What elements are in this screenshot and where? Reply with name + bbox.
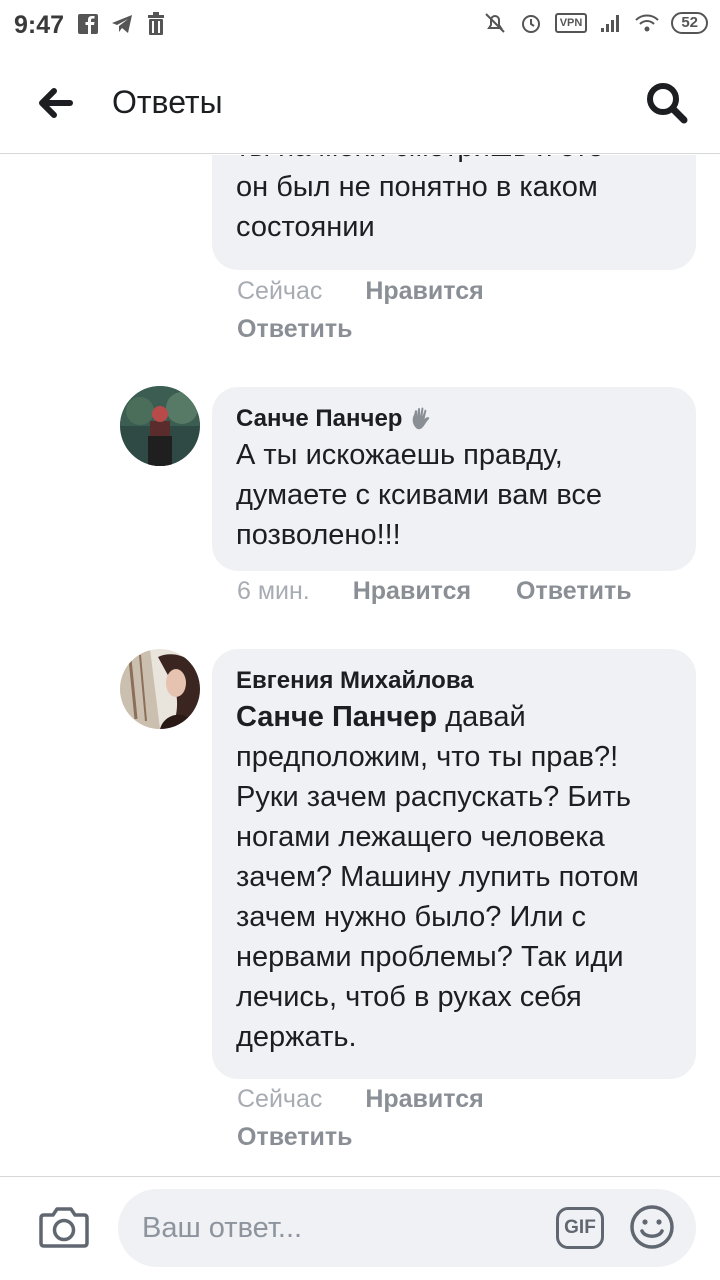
comment-bubble: Евгения Михайлова Санче Панчер давай пре… <box>212 649 696 1079</box>
comment-text-line: он был не понятно в каком <box>236 171 598 203</box>
comment-text: А ты искожаешь правду, думаете с ксивами… <box>236 439 603 551</box>
avatar-image <box>120 649 200 729</box>
alarm-icon <box>521 15 540 33</box>
like-button[interactable]: Нравится <box>365 277 483 305</box>
like-button[interactable]: Нравится <box>365 1085 483 1113</box>
arrow-left-icon[interactable] <box>30 78 82 128</box>
comment-actions-line2: Ответить <box>237 315 353 344</box>
reply-input[interactable] <box>140 1189 540 1267</box>
status-bar: 9:47 VPN 52 <box>0 0 720 50</box>
comment-text-line: ты на меня смотришь и это <box>236 155 672 167</box>
status-right-icons: VPN 52 <box>483 10 708 36</box>
reply-button[interactable]: Ответить <box>237 315 353 343</box>
comment-timestamp: Сейчас <box>237 1085 323 1113</box>
avatar[interactable] <box>120 386 200 466</box>
comment-text: Санче Панчер давай предположим, что ты п… <box>236 697 672 1057</box>
comment-text: ты на меня смотришь и это он был не поня… <box>236 155 672 247</box>
waving-hand-icon <box>413 407 430 430</box>
comment-timestamp: Сейчас <box>237 277 323 305</box>
trash-notification-icon <box>148 12 164 35</box>
reply-button[interactable]: Ответить <box>237 1123 353 1151</box>
status-time: 9:47 <box>14 11 65 39</box>
author-name[interactable]: Евгения Михайлова <box>236 665 474 697</box>
header: Ответы <box>0 50 720 154</box>
mute-icon <box>484 13 505 33</box>
comment-actions: Сейчас Нравится <box>237 277 484 306</box>
mention-link[interactable]: Санче Панчер <box>236 701 437 733</box>
reply-input-wrapper: GIF <box>118 1189 696 1267</box>
page-title: Ответы <box>112 84 223 120</box>
reply-composer: GIF <box>0 1176 720 1280</box>
author-name[interactable]: Санче Панчер <box>236 403 402 435</box>
comment-bubble: ты на меня смотришь и это он был не поня… <box>212 155 696 270</box>
smile-icon[interactable] <box>628 1203 676 1251</box>
comment-author[interactable]: Евгения Михайлова <box>236 665 672 697</box>
battery-indicator: 52 <box>671 12 708 34</box>
comment-actions-line2: Ответить <box>237 1123 353 1152</box>
comment-actions: Сейчас Нравится <box>237 1085 484 1114</box>
avatar-image <box>120 386 200 466</box>
comment-timestamp: 6 мин. <box>237 577 310 605</box>
like-button[interactable]: Нравится <box>353 577 471 605</box>
comment-body: давай предположим, что ты прав?! Руки за… <box>236 701 639 1053</box>
camera-icon[interactable] <box>38 1203 90 1251</box>
gif-button[interactable]: GIF <box>556 1207 604 1249</box>
comment-bubble: Санче Панчер А ты искожаешь правду, дума… <box>212 387 696 571</box>
comment-actions: 6 мин. Нравится Ответить <box>237 577 632 606</box>
reply-button[interactable]: Ответить <box>516 577 632 605</box>
search-icon[interactable] <box>642 78 692 128</box>
avatar[interactable] <box>120 649 200 729</box>
comment-text-line: состоянии <box>236 211 375 243</box>
comment-author[interactable]: Санче Панчер <box>236 403 672 435</box>
signal-icon <box>601 15 620 32</box>
facebook-notification-icon <box>78 14 98 34</box>
telegram-notification-icon <box>112 15 132 33</box>
wifi-icon <box>635 14 660 32</box>
vpn-indicator: VPN <box>554 13 588 33</box>
comments-list[interactable]: ты на меня смотришь и это он был не поня… <box>0 155 720 1175</box>
status-left-icons <box>76 11 168 37</box>
